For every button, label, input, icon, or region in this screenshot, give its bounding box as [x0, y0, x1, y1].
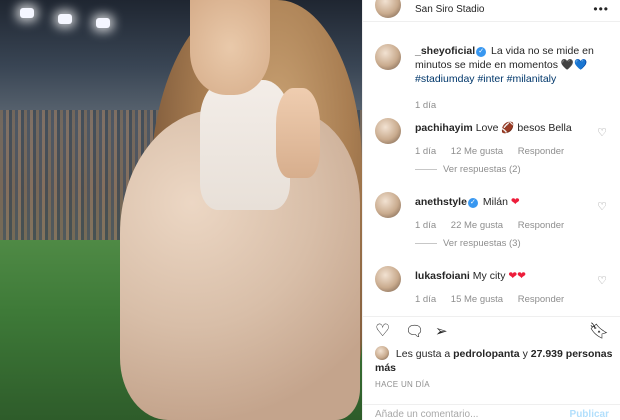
comments-list[interactable]: _sheyoficial ✓ La vida no se mide en minu… — [363, 28, 620, 312]
bookmark-icon[interactable]: 🔖︎ — [589, 321, 609, 341]
comment-text-2: besos Bella — [517, 122, 572, 134]
comment-meta: 1 día 22 Me gusta Responder — [415, 220, 576, 231]
likes-conj: y — [522, 348, 528, 360]
likes-prefix: Les gusta a — [395, 348, 451, 360]
comment-text: Love — [475, 122, 499, 134]
caption-emojis: 🖤💙 — [560, 59, 588, 71]
heart-icon[interactable]: ♡ — [375, 321, 390, 341]
caption-username[interactable]: _sheyoficial — [415, 45, 475, 57]
reply-button[interactable]: Responder — [518, 294, 564, 305]
hearts-emoji: ❤❤ — [508, 270, 526, 282]
view-replies-link[interactable]: Ver respuestas (3) — [443, 238, 521, 249]
heart-emoji: ❤ — [510, 196, 520, 208]
comment-text: My city — [472, 270, 506, 282]
comment-likes[interactable]: 22 Me gusta — [451, 220, 503, 231]
comment-username[interactable]: anethstyle — [415, 196, 467, 208]
comment-like-icon[interactable]: ♡ — [597, 126, 607, 139]
stadium-light — [96, 18, 110, 28]
likes-summary: Les gusta a pedrolopanta y 27.939 person… — [375, 346, 615, 375]
comment-text: Milán — [482, 196, 508, 208]
view-replies-link[interactable]: Ver respuestas (2) — [443, 164, 521, 175]
commenter-avatar[interactable] — [375, 118, 401, 144]
location-link[interactable]: San Siro Stadio — [415, 4, 485, 15]
caption-meta: 1 día — [415, 100, 448, 111]
comment-like-icon[interactable]: ♡ — [597, 274, 607, 287]
post-photo[interactable] — [0, 0, 362, 420]
publish-button[interactable]: Publicar — [570, 409, 609, 420]
author-avatar[interactable] — [375, 0, 401, 18]
comment-likes[interactable]: 15 Me gusta — [451, 294, 503, 305]
comment-time[interactable]: 1 día — [415, 146, 436, 157]
caption-hashtags[interactable]: #stadiumday #inter #milanitaly — [415, 73, 556, 85]
liker-avatar[interactable] — [375, 346, 389, 360]
post-actions: ♡ 🗨︎ ➢ 🔖︎ — [363, 316, 620, 344]
comment-time[interactable]: 1 día — [415, 220, 436, 231]
stadium-light — [20, 8, 34, 18]
post-header: San Siro Stadio ••• — [363, 0, 620, 22]
comment-time[interactable]: 1 día — [415, 294, 436, 305]
comment-username[interactable]: lukasfoiani — [415, 270, 470, 282]
comment-input[interactable]: Añade un comentario... — [375, 409, 478, 420]
verified-icon: ✓ — [467, 198, 478, 208]
verified-icon: ✓ — [476, 47, 487, 57]
comment-meta: 1 día 15 Me gusta Responder — [415, 294, 576, 305]
author-avatar[interactable] — [375, 44, 401, 70]
commenter-avatar[interactable] — [375, 192, 401, 218]
person-hand — [276, 88, 320, 178]
football-emoji: 🏈 — [501, 122, 515, 134]
add-comment-bar: Añade un comentario... Publicar — [363, 404, 620, 420]
share-icon[interactable]: ➢ — [435, 322, 448, 340]
post-time-ago[interactable]: HACE UN DÍA — [375, 380, 430, 389]
more-options-icon[interactable]: ••• — [593, 2, 609, 16]
post-details-panel: San Siro Stadio ••• _sheyoficial ✓ La vid… — [362, 0, 620, 420]
reply-button[interactable]: Responder — [518, 220, 564, 231]
comment-likes[interactable]: 12 Me gusta — [451, 146, 503, 157]
person-face — [190, 0, 270, 95]
comment-like-icon[interactable]: ♡ — [597, 200, 607, 213]
reply-button[interactable]: Responder — [518, 146, 564, 157]
comment-username[interactable]: pachihayim — [415, 122, 473, 134]
comment-icon[interactable]: 🗨︎ — [405, 322, 424, 340]
commenter-avatar[interactable] — [375, 266, 401, 292]
comment-meta: 1 día 12 Me gusta Responder — [415, 146, 576, 157]
stadium-light — [58, 14, 72, 24]
caption-time[interactable]: 1 día — [415, 100, 436, 111]
liker-username[interactable]: pedrolopanta — [453, 348, 520, 360]
